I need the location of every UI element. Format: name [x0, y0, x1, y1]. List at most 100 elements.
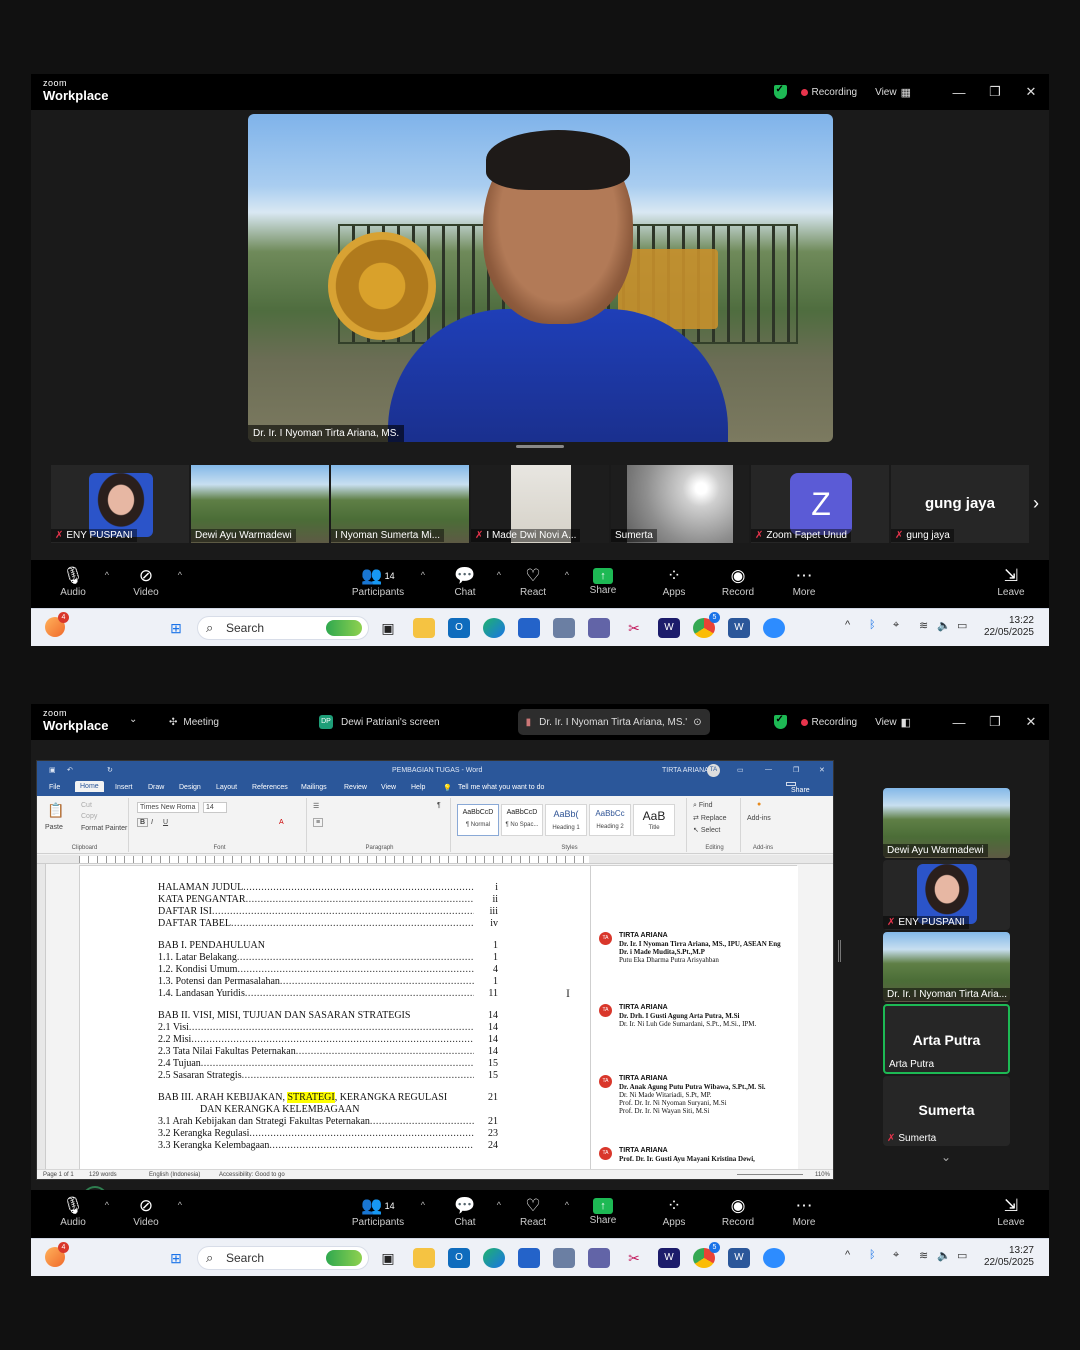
edge-icon[interactable] [483, 618, 505, 638]
undo-icon[interactable]: ↶ [67, 766, 73, 774]
leave-button[interactable]: ⇲ Leave [981, 560, 1041, 608]
pilcrow-icon[interactable]: ¶ [437, 802, 441, 809]
chrome-icon[interactable]: 5 [693, 1242, 720, 1268]
close-button[interactable]: ✕ [819, 766, 825, 774]
react-button[interactable]: ♡ React ^ [503, 560, 569, 608]
word-icon[interactable]: W [728, 618, 750, 638]
participant-tile[interactable]: gung jaya ✗ gung jaya [891, 465, 1029, 543]
font-size-select[interactable]: 14 [203, 802, 227, 813]
word-count[interactable]: 129 words [89, 1172, 117, 1178]
comment[interactable]: TA TIRTA ARIANA Prof. Dr. Ir. Gusti Ayu Ma… [599, 1147, 794, 1163]
format-painter-button[interactable]: Format Painter [81, 825, 127, 832]
addins-icon[interactable]: ● [757, 801, 761, 808]
snipping-tool-icon[interactable]: ✂ [623, 1248, 645, 1268]
chevron-up-icon[interactable]: ^ [565, 570, 569, 580]
language[interactable]: English (Indonesia) [149, 1172, 200, 1178]
zoom-icon[interactable] [763, 618, 785, 638]
paste-button[interactable]: Paste [45, 824, 63, 831]
clock[interactable]: 13:27 22/05/2025 [984, 1245, 1034, 1269]
word-icon[interactable]: W [728, 1248, 750, 1268]
participant-tile[interactable]: Dewi Ayu Warmadewi [191, 465, 331, 543]
bold-button[interactable]: B [137, 818, 149, 827]
calculator-icon[interactable] [553, 1248, 575, 1268]
tab-help[interactable]: Help [411, 784, 425, 791]
style-normal[interactable]: AaBbCcD ¶ Normal [457, 804, 499, 836]
restore-button[interactable]: ❐ [977, 714, 1013, 730]
chevron-up-icon[interactable]: ^ [565, 1200, 569, 1210]
share-button[interactable]: ↑ Share [573, 560, 633, 608]
store-icon[interactable] [518, 1248, 540, 1268]
recording-label[interactable]: Recording [812, 717, 858, 728]
encryption-shield-icon[interactable] [773, 84, 787, 99]
tab-review[interactable]: Review [344, 784, 367, 791]
bluetooth-icon[interactable]: ᛒ [869, 1249, 876, 1261]
taskbar-search[interactable]: ⌕ Search [197, 616, 369, 640]
wps-icon[interactable]: W [658, 1248, 680, 1268]
participant-tile[interactable]: Dewi Ayu Warmadewi [883, 788, 1010, 858]
tab-home[interactable]: Home [75, 781, 104, 792]
paste-icon[interactable]: 📋 [47, 802, 64, 819]
zoom-slider[interactable] [737, 1174, 803, 1175]
volume-icon[interactable]: 🔈 [937, 1249, 951, 1262]
tab-file[interactable]: File [49, 784, 60, 791]
audio-button[interactable]: 🎙 Audio ^ [43, 560, 109, 608]
audio-button[interactable]: 🎙 Audio ^ [43, 1190, 109, 1238]
wifi-icon[interactable]: ≋ [919, 1249, 928, 1262]
accessibility[interactable]: Accessibility: Good to go [219, 1172, 285, 1178]
comment[interactable]: TA TIRTA ARIANA Dr. Anak Agung Putu Putra … [599, 1075, 794, 1115]
apps-button[interactable]: ⁘ Apps [644, 1190, 704, 1238]
zoom-level[interactable]: 110% [815, 1172, 830, 1178]
chat-button[interactable]: 💬 Chat ^ [435, 1190, 501, 1238]
resize-grabber[interactable] [516, 445, 564, 448]
minimize-button[interactable]: — [765, 766, 772, 773]
battery-icon[interactable]: ▭ [957, 1249, 967, 1262]
chevron-down-icon[interactable]: ⌄ [941, 1150, 951, 1164]
react-button[interactable]: ♡ React ^ [503, 1190, 569, 1238]
task-view-icon[interactable]: ▣ [377, 618, 399, 638]
chevron-up-icon[interactable]: ^ [178, 570, 182, 580]
location-icon[interactable]: ⌖ [893, 619, 899, 632]
redo-icon[interactable]: ↻ [107, 766, 113, 774]
font-color-icon[interactable]: A [279, 819, 284, 826]
tab-view[interactable]: View [381, 784, 396, 791]
participants-button[interactable]: 👥 14 Participants ^ [347, 560, 425, 608]
participant-tile[interactable]: ✗ I Made Dwi Novi A... [471, 465, 611, 543]
more-button[interactable]: ⋯ More [774, 1190, 834, 1238]
panel-splitter[interactable] [838, 940, 841, 962]
windows-start-icon[interactable]: ⊞ [165, 618, 187, 638]
tab-speaker[interactable]: ▮ Dr. Ir. I Nyoman Tirta Ariana, MS.' ⊙ [517, 709, 710, 735]
participant-tile[interactable]: Z ✗ Zoom Fapet Unud [751, 465, 891, 543]
tab-insert[interactable]: Insert [115, 784, 133, 791]
location-icon[interactable]: ⌖ [893, 1249, 899, 1262]
participant-tile[interactable]: Sumerta ✗ Sumerta [883, 1076, 1010, 1146]
style-heading-2[interactable]: AaBbCc Heading 2 [589, 804, 631, 836]
minimize-button[interactable]: — [941, 85, 977, 100]
user-name[interactable]: TIRTA ARIANA [662, 767, 709, 774]
outlook-icon[interactable]: O [448, 1248, 470, 1268]
video-button[interactable]: ⊘ Video ^ [116, 1190, 182, 1238]
replace-button[interactable]: ⇄ Replace [693, 814, 727, 822]
volume-icon[interactable]: 🔈 [937, 619, 951, 632]
select-button[interactable]: ↖ Select [693, 826, 720, 834]
more-icon[interactable]: ⊙ [693, 717, 701, 728]
tab-references[interactable]: References [252, 784, 288, 791]
minimize-button[interactable]: — [941, 715, 977, 730]
bullets-icon[interactable]: ☰ [313, 802, 319, 810]
participant-tile[interactable]: ✗ ENY PUSPANI [51, 465, 191, 543]
clock[interactable]: 13:22 22/05/2025 [984, 615, 1034, 639]
task-view-icon[interactable]: ▣ [377, 1248, 399, 1268]
tab-draw[interactable]: Draw [148, 784, 164, 791]
style-heading-1[interactable]: AaBb(Heading 1 [545, 804, 587, 836]
document-page[interactable]: HALAMAN JUDULi KATA PENGANTARii DAFTAR I… [79, 865, 798, 1176]
speaker-view-icon[interactable]: ◧ [901, 716, 911, 729]
chevron-up-icon[interactable]: ^ [497, 570, 501, 580]
find-button[interactable]: ⌕ Find [693, 802, 713, 810]
restore-button[interactable]: ❐ [793, 766, 799, 774]
underline-button[interactable]: U [163, 819, 168, 826]
chevron-up-icon[interactable]: ^ [421, 1200, 425, 1210]
chevron-right-icon[interactable]: › [1033, 493, 1039, 514]
chevron-up-icon[interactable]: ^ [105, 570, 109, 580]
italic-button[interactable]: I [151, 819, 153, 826]
font-name-select[interactable]: Times New Roma [137, 802, 199, 813]
video-button[interactable]: ⊘ Video ^ [116, 560, 182, 608]
